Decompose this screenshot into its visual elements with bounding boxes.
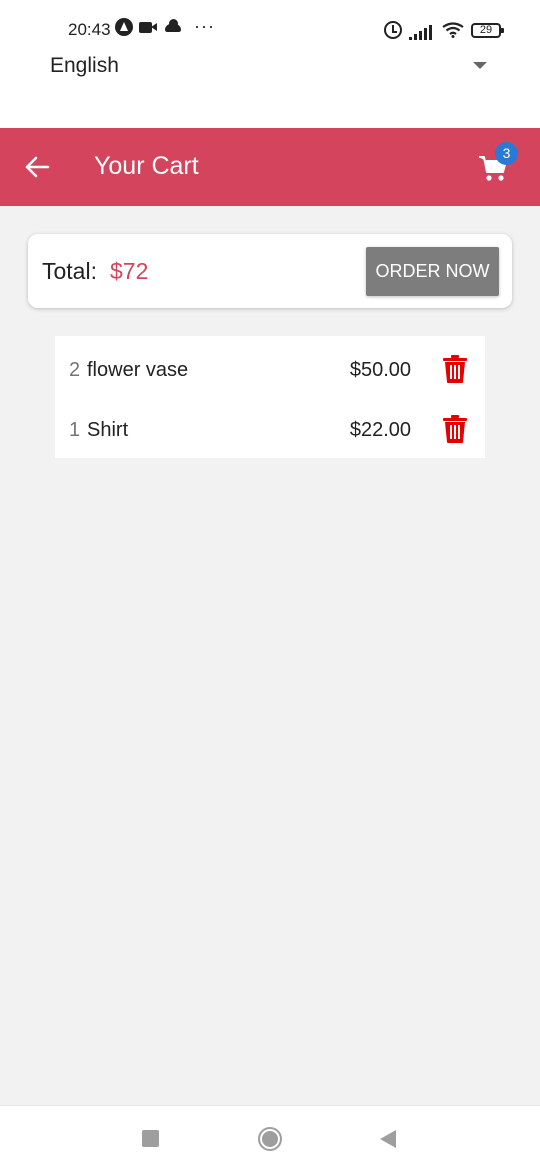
navigation-icon	[115, 18, 133, 36]
home-icon[interactable]	[258, 1127, 282, 1151]
system-nav-bar	[0, 1105, 540, 1170]
cart-list: 2 flower vase $50.00 1 Shirt $22.00	[55, 336, 485, 458]
trash-icon[interactable]	[442, 414, 468, 444]
wifi-icon	[442, 22, 464, 38]
cloud-icon	[165, 19, 181, 32]
item-name: flower vase	[87, 359, 189, 381]
item-quantity: 1	[69, 419, 81, 441]
screen: 20:43 ··· 29 English Your Cart 3 Total: …	[0, 0, 540, 1170]
language-value: English	[50, 54, 119, 77]
order-now-button[interactable]: ORDER NOW	[366, 247, 499, 296]
item-name: Shirt	[87, 419, 129, 441]
dropdown-caret-icon	[473, 62, 487, 69]
item-quantity: 2	[69, 359, 81, 381]
item-price: $50.00	[349, 359, 411, 381]
battery-icon: 29	[471, 23, 504, 38]
back-icon[interactable]	[380, 1130, 396, 1148]
recents-icon[interactable]	[142, 1130, 159, 1147]
arrow-left-icon[interactable]	[24, 154, 50, 180]
app-bar: Your Cart 3	[0, 128, 540, 206]
video-icon	[139, 22, 157, 33]
total-card: Total: $72 ORDER NOW	[28, 234, 512, 308]
trash-icon[interactable]	[442, 354, 468, 384]
total-label: Total:	[42, 258, 97, 284]
page-title: Your Cart	[94, 152, 199, 180]
alarm-icon	[384, 21, 402, 39]
cart-item: 2 flower vase $50.00	[55, 338, 485, 399]
cart-item: 1 Shirt $22.00	[55, 398, 485, 459]
status-bar: 20:43 ··· 29	[0, 0, 540, 44]
language-selector[interactable]: English	[0, 44, 540, 128]
status-time: 20:43	[68, 20, 111, 39]
total-amount: $72	[110, 258, 149, 284]
item-price: $22.00	[349, 419, 411, 441]
more-notifications-icon: ···	[194, 16, 215, 36]
signal-icon	[409, 24, 435, 40]
cart-count-badge: 3	[495, 142, 518, 165]
